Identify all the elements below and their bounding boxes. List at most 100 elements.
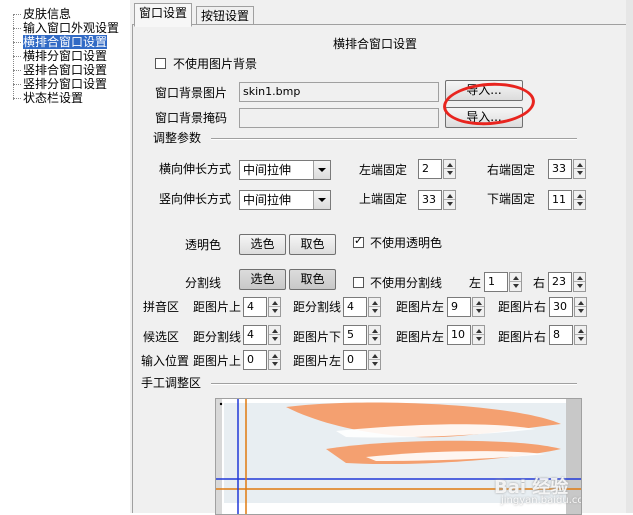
pinyin-divider-input[interactable]: 4 bbox=[343, 297, 367, 317]
horizontal-stretch-select[interactable]: 中间拉伸 bbox=[239, 160, 331, 180]
background-mask-label: 窗口背景掩码 bbox=[155, 111, 228, 125]
input-position-top-spinner[interactable] bbox=[268, 350, 281, 370]
top-fixed-spinner[interactable] bbox=[443, 190, 456, 210]
bottom-fixed-spinner[interactable] bbox=[573, 190, 586, 210]
no-divider-checkbox[interactable] bbox=[353, 277, 364, 288]
pinyin-left-input[interactable]: 9 bbox=[447, 297, 471, 317]
tree-dash bbox=[13, 98, 21, 99]
candidate-area-label: 候选区 bbox=[143, 330, 180, 344]
input-position-top-input[interactable]: 0 bbox=[243, 350, 267, 370]
transparent-select-color-button[interactable]: 选色 bbox=[239, 234, 286, 255]
vertical-stretch-label: 竖向伸长方式 bbox=[159, 192, 232, 206]
tab-content: 横排合窗口设置 不使用图片背景 窗口背景图片 skin1.bmp 导入... 窗… bbox=[132, 25, 628, 515]
dropdown-arrow-icon bbox=[313, 191, 330, 209]
tree-item-input-window-appearance[interactable]: 输入窗口外观设置 bbox=[13, 21, 119, 35]
tree-item-label: 输入窗口外观设置 bbox=[23, 21, 120, 35]
tree-item-skin-info[interactable]: 皮肤信息 bbox=[13, 7, 71, 21]
transparent-color-label: 透明色 bbox=[185, 238, 222, 252]
candidate-left-input[interactable]: 10 bbox=[447, 325, 471, 345]
divider-select-color-button[interactable]: 选色 bbox=[239, 269, 286, 290]
skin-preview-canvas[interactable]: Bai 经验 jingyan.baidu.com bbox=[215, 398, 582, 515]
background-mask-field[interactable] bbox=[239, 108, 439, 128]
tree-item-vertical-split[interactable]: 竖排分窗口设置 bbox=[13, 77, 107, 91]
left-fixed-spinner[interactable] bbox=[443, 159, 456, 179]
pinyin-divider-spinner[interactable] bbox=[368, 297, 381, 317]
vertical-stretch-value: 中间拉伸 bbox=[243, 193, 292, 207]
pinyin-top-input[interactable]: 4 bbox=[243, 297, 267, 317]
tree-item-label: 竖排分窗口设置 bbox=[23, 77, 108, 91]
bottom-fixed-label: 下端固定 bbox=[487, 192, 536, 206]
candidate-left-label: 距图片左 bbox=[396, 330, 445, 344]
settings-tree: 皮肤信息 输入窗口外观设置 横排合窗口设置 横排分窗口设置 竖排合窗口设置 竖排… bbox=[0, 0, 130, 513]
tree-dash bbox=[13, 14, 21, 15]
no-transparent-color-label: 不使用透明色 bbox=[370, 236, 443, 250]
settings-panel: 窗口设置 按钮设置 横排合窗口设置 不使用图片背景 窗口背景图片 skin1.b… bbox=[130, 0, 633, 515]
pinyin-top-spinner[interactable] bbox=[268, 297, 281, 317]
divider-left-input[interactable]: 1 bbox=[484, 272, 508, 292]
right-fixed-label: 右端固定 bbox=[487, 163, 536, 177]
tree-item-label: 状态栏设置 bbox=[23, 91, 84, 105]
tree-item-horizontal-split[interactable]: 横排分窗口设置 bbox=[13, 49, 107, 63]
candidate-bottom-spinner[interactable] bbox=[368, 325, 381, 345]
adjust-params-separator bbox=[211, 138, 577, 140]
tree-item-label: 竖排合窗口设置 bbox=[23, 63, 108, 77]
tree-item-horizontal-combined[interactable]: 横排合窗口设置 bbox=[13, 35, 108, 49]
tree-item-vertical-combined[interactable]: 竖排合窗口设置 bbox=[13, 63, 107, 77]
pinyin-left-label: 距图片左 bbox=[396, 300, 445, 314]
divider-left-spinner[interactable] bbox=[509, 272, 522, 292]
pinyin-divider-label: 距分割线 bbox=[293, 300, 342, 314]
candidate-divider-spinner[interactable] bbox=[268, 325, 281, 345]
tree-item-status-bar[interactable]: 状态栏设置 bbox=[13, 91, 83, 105]
candidate-right-spinner[interactable] bbox=[574, 325, 587, 345]
divider-right-spinner[interactable] bbox=[573, 272, 586, 292]
tree-dash bbox=[13, 56, 21, 57]
input-position-left-label: 距图片左 bbox=[293, 354, 342, 368]
candidate-bottom-label: 距图片下 bbox=[293, 330, 342, 344]
section-title: 横排合窗口设置 bbox=[333, 37, 418, 51]
candidate-divider-input[interactable]: 4 bbox=[243, 325, 267, 345]
left-fixed-label: 左端固定 bbox=[359, 163, 408, 177]
left-fixed-input[interactable]: 2 bbox=[418, 159, 442, 179]
candidate-left-spinner[interactable] bbox=[472, 325, 485, 345]
no-image-background-label: 不使用图片背景 bbox=[173, 57, 258, 71]
adjust-params-group-label: 调整参数 bbox=[153, 131, 202, 145]
manual-adjust-group-label: 手工调整区 bbox=[141, 376, 202, 390]
panel-scroll-edge bbox=[626, 0, 633, 513]
no-transparent-color-checkbox[interactable] bbox=[353, 234, 364, 248]
right-fixed-spinner[interactable] bbox=[573, 159, 586, 179]
tree-item-label: 横排合窗口设置 bbox=[23, 35, 108, 49]
pinyin-left-spinner[interactable] bbox=[472, 297, 485, 317]
tree-dash bbox=[13, 70, 21, 71]
top-fixed-label: 上端固定 bbox=[359, 192, 408, 206]
tree-item-label: 皮肤信息 bbox=[23, 7, 72, 21]
divider-right-label: 右 bbox=[533, 276, 546, 290]
dropdown-arrow-icon bbox=[313, 161, 330, 179]
top-fixed-input[interactable]: 33 bbox=[418, 190, 442, 210]
candidate-right-label: 距图片右 bbox=[498, 330, 547, 344]
tab-window-settings[interactable]: 窗口设置 bbox=[134, 3, 193, 27]
no-image-background-checkbox[interactable] bbox=[155, 58, 166, 69]
manual-adjust-separator bbox=[211, 383, 577, 385]
background-image-label: 窗口背景图片 bbox=[155, 86, 228, 100]
divider-right-input[interactable]: 23 bbox=[548, 272, 572, 292]
bottom-fixed-input[interactable]: 11 bbox=[548, 190, 572, 210]
transparent-pick-color-button[interactable]: 取色 bbox=[289, 234, 336, 255]
vertical-stretch-select[interactable]: 中间拉伸 bbox=[239, 190, 331, 210]
pinyin-right-spinner[interactable] bbox=[574, 297, 587, 317]
divider-left-label: 左 bbox=[469, 276, 482, 290]
candidate-right-input[interactable]: 8 bbox=[549, 325, 573, 345]
tree-dash bbox=[13, 42, 21, 43]
input-position-left-spinner[interactable] bbox=[368, 350, 381, 370]
candidate-bottom-input[interactable]: 5 bbox=[343, 325, 367, 345]
pinyin-right-label: 距图片右 bbox=[498, 300, 547, 314]
candidate-divider-label: 距分割线 bbox=[193, 330, 242, 344]
divider-pick-color-button[interactable]: 取色 bbox=[289, 269, 336, 290]
tree-dash bbox=[13, 84, 21, 85]
tab-button-settings[interactable]: 按钮设置 bbox=[196, 6, 255, 25]
pinyin-right-input[interactable]: 30 bbox=[549, 297, 573, 317]
horizontal-stretch-label: 横向伸长方式 bbox=[159, 162, 232, 176]
background-image-field[interactable]: skin1.bmp bbox=[239, 82, 439, 102]
right-fixed-input[interactable]: 33 bbox=[548, 159, 572, 179]
input-position-left-input[interactable]: 0 bbox=[343, 350, 367, 370]
input-position-label: 输入位置 bbox=[141, 354, 190, 368]
